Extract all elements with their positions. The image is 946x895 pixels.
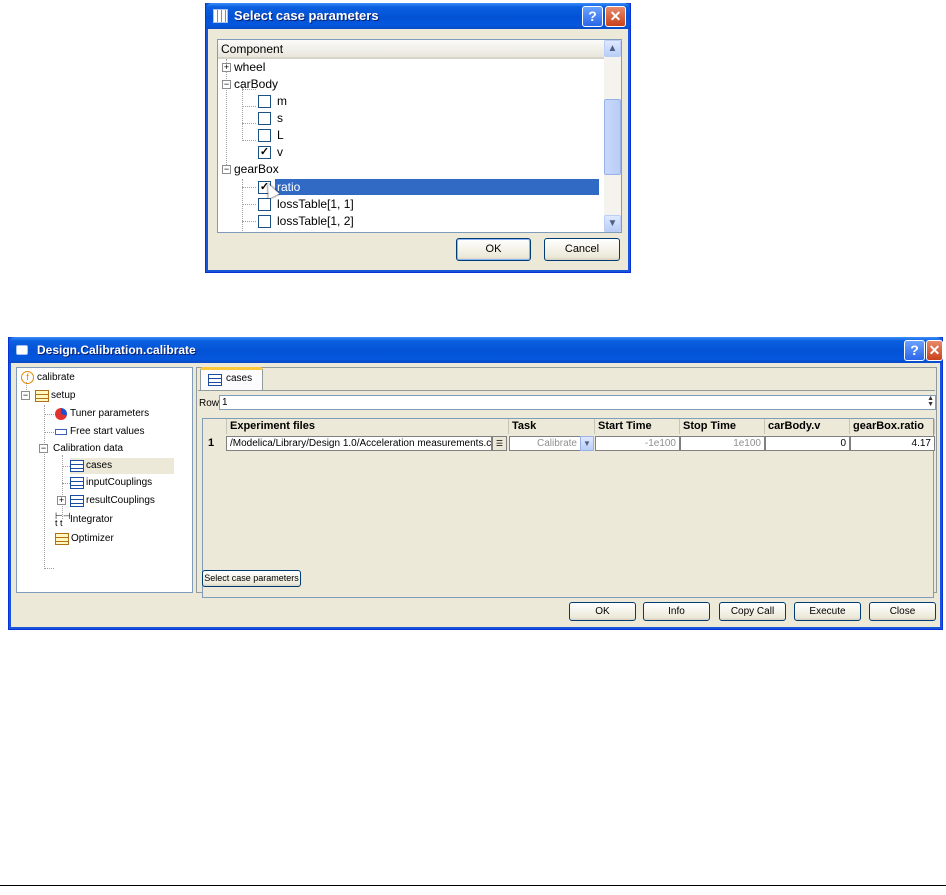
tree-label: Optimizer: [71, 533, 114, 544]
tree-label: Tuner parameters: [70, 408, 150, 419]
start-time-cell[interactable]: -1e100: [595, 436, 680, 451]
column-header[interactable]: Experiment files: [227, 419, 509, 434]
setup-tree-panel[interactable]: f calibrate − setup Tuner parameters Fre…: [16, 367, 193, 593]
help-button[interactable]: ?: [582, 6, 603, 27]
page-divider: [0, 885, 946, 886]
dialog1-titlebar[interactable]: Select case parameters: [206, 3, 630, 29]
tree-label: resultCouplings: [86, 495, 155, 506]
tree-label: Free start values: [70, 426, 145, 437]
vertical-scrollbar[interactable]: ▲ ▼: [604, 40, 621, 232]
tree-leaf-label: lossTable[1, 2]: [277, 214, 354, 228]
rows-value: 1: [222, 397, 228, 408]
table-icon: [70, 477, 84, 489]
tree-node-label: wheel: [234, 60, 266, 74]
collapse-icon[interactable]: −: [21, 391, 30, 400]
tree-leaf-label: L: [277, 128, 284, 142]
select-case-parameters-button[interactable]: Select case parameters: [202, 570, 301, 587]
copy-call-button[interactable]: Copy Call: [719, 602, 786, 621]
tree-node-label: carBody: [234, 77, 279, 91]
tree-label: calibrate: [37, 372, 75, 383]
component-column-header[interactable]: Component: [218, 40, 604, 59]
tree-label: setup: [51, 390, 76, 401]
column-header[interactable]: Stop Time: [680, 419, 765, 434]
table-icon: [70, 460, 84, 472]
row-header-col: [203, 419, 227, 434]
info-button[interactable]: Info: [643, 602, 710, 621]
checkbox[interactable]: [258, 129, 271, 142]
window-icon: [16, 345, 28, 355]
table-icon: [70, 495, 84, 507]
column-header[interactable]: carBody.v: [765, 419, 850, 434]
carbody-v-cell[interactable]: 0: [765, 436, 850, 451]
tree-item-cases[interactable]: cases: [70, 458, 174, 474]
column-header[interactable]: Task: [509, 419, 595, 434]
table-icon: [208, 374, 222, 386]
tree-leaf-label-selected: ratio: [275, 179, 599, 195]
execute-button[interactable]: Execute: [794, 602, 861, 621]
dialog1-title: Select case parameters: [234, 8, 379, 23]
stop-time-cell[interactable]: 1e100: [680, 436, 765, 451]
cases-panel: cases Rows 1 ▲ ▼ Experiment files Task St…: [196, 367, 937, 598]
table-icon: [213, 9, 228, 23]
select-case-parameters-dialog: Select case parameters ? ✕ Component + w…: [205, 3, 631, 273]
checkbox[interactable]: [258, 215, 271, 228]
tree-leaf-label: s: [277, 111, 283, 125]
record-icon: [55, 533, 69, 545]
pie-chart-icon: [55, 408, 67, 420]
ok-button[interactable]: OK: [569, 602, 636, 621]
experiment-file-cell[interactable]: /Modelica/Library/Design 1.0/Acceleratio…: [226, 436, 492, 451]
integrator-icon: ⊢⊣ t t: [55, 511, 71, 528]
collapse-icon[interactable]: −: [222, 80, 231, 89]
tree-node-label: gearBox: [234, 162, 279, 176]
cases-grid[interactable]: Experiment files Task Start Time Stop Ti…: [202, 418, 935, 598]
tree-leaf-label: lossTable[1, 1]: [277, 197, 354, 211]
tree-label: cases: [86, 460, 113, 471]
expand-icon[interactable]: +: [57, 496, 66, 505]
dialog2-title: Design.Calibration.calibrate: [37, 343, 196, 357]
function-icon: f: [21, 371, 34, 384]
close-button[interactable]: ✕: [605, 6, 626, 27]
checkbox[interactable]: [258, 95, 271, 108]
collapse-icon[interactable]: −: [222, 165, 231, 174]
rows-spinner[interactable]: 1 ▲ ▼: [219, 395, 936, 410]
collapse-icon[interactable]: −: [39, 444, 48, 453]
spinner-arrows-icon[interactable]: ▲ ▼: [927, 395, 934, 408]
tree-label: Integrator: [70, 514, 113, 525]
checkbox[interactable]: [258, 198, 271, 211]
calibrate-dialog: Design.Calibration.calibrate ? ✕ f calib…: [8, 337, 943, 630]
tab-cases[interactable]: cases: [200, 367, 263, 390]
row-number: 1: [208, 437, 215, 449]
scroll-thumb[interactable]: [604, 99, 621, 175]
tree-leaf-label: m: [277, 94, 287, 108]
dialog2-titlebar[interactable]: Design.Calibration.calibrate: [9, 337, 942, 363]
checkbox[interactable]: [258, 112, 271, 125]
chevron-down-icon[interactable]: ▼: [580, 436, 594, 451]
checkbox-checked[interactable]: ✓: [258, 146, 271, 159]
close-dialog-button[interactable]: Close: [869, 602, 936, 621]
tree-label: inputCouplings: [86, 477, 153, 488]
close-button[interactable]: ✕: [926, 340, 943, 361]
ok-button[interactable]: OK: [456, 238, 531, 261]
cancel-button[interactable]: Cancel: [544, 238, 620, 261]
scroll-up-icon[interactable]: ▲: [604, 40, 621, 57]
task-select[interactable]: Calibrate: [509, 436, 581, 451]
file-browse-icon[interactable]: ☰: [492, 436, 507, 451]
help-button[interactable]: ?: [904, 340, 925, 361]
tree-label: Calibration data: [53, 443, 124, 454]
tree-leaf-label: v: [277, 145, 283, 159]
column-header[interactable]: Start Time: [595, 419, 680, 434]
scroll-down-icon[interactable]: ▼: [604, 215, 621, 232]
column-header[interactable]: gearBox.ratio: [850, 419, 935, 434]
gearbox-ratio-cell[interactable]: 4.17: [850, 436, 935, 451]
tab-label: cases: [226, 373, 253, 384]
record-icon: [35, 390, 49, 402]
component-list[interactable]: Component + wheel − carBody m s L ✓ v − …: [217, 39, 622, 233]
expand-icon[interactable]: +: [222, 63, 231, 72]
box-icon: [55, 429, 67, 435]
